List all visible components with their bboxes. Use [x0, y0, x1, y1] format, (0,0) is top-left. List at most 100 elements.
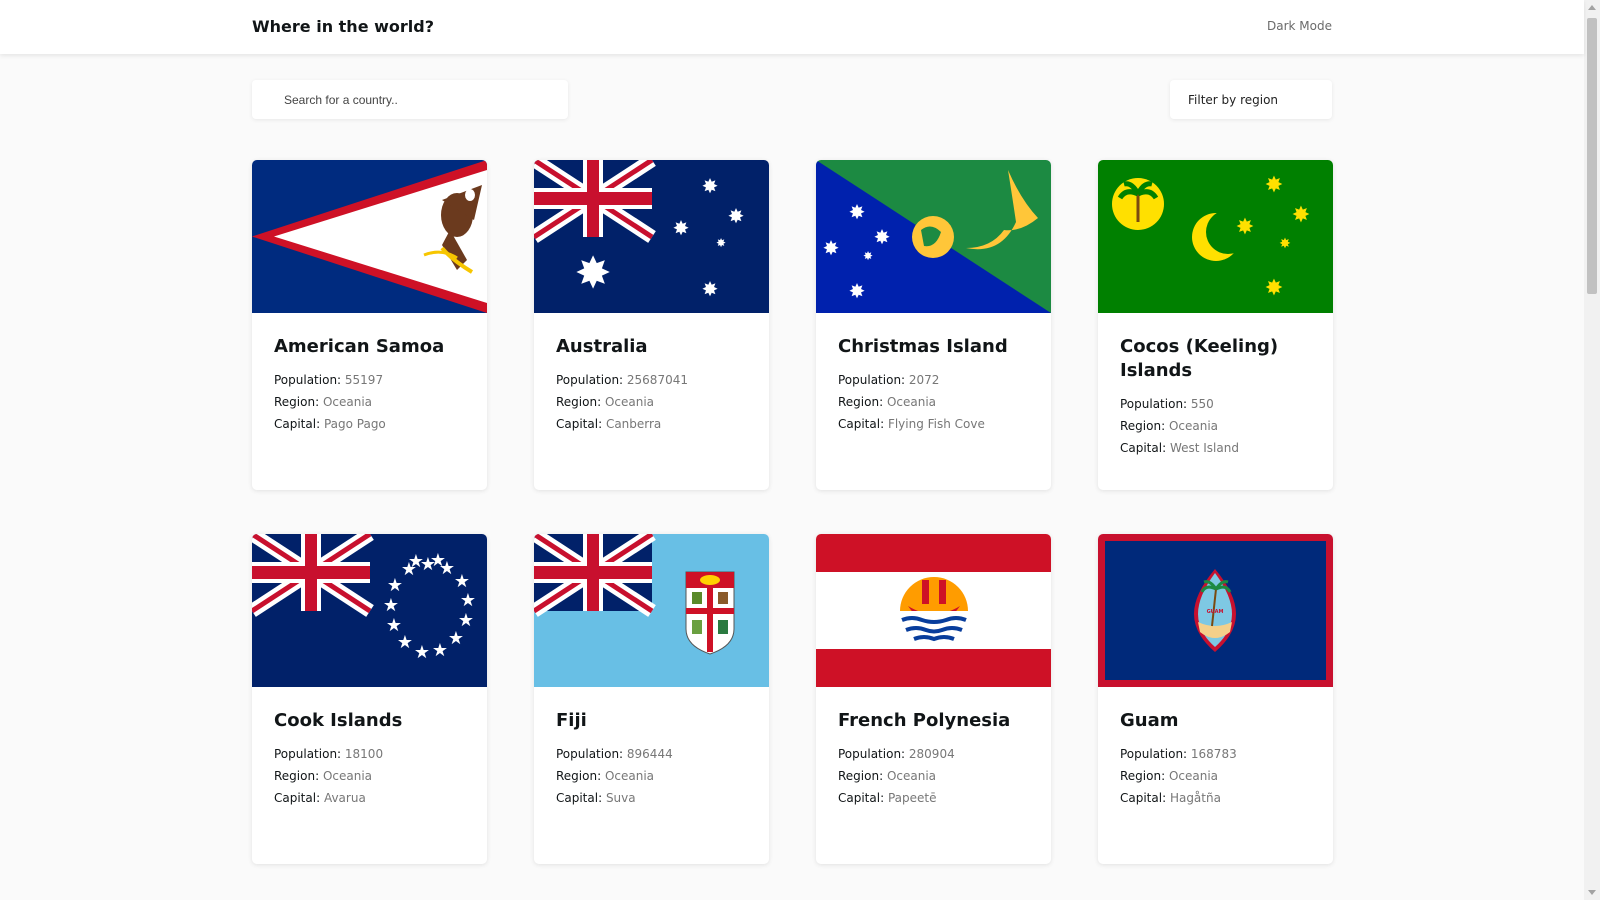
country-name: Cook Islands: [274, 710, 403, 731]
capital-label: Capital: [274, 417, 317, 431]
capital-label: Capital: [838, 417, 881, 431]
capital-row: Capital: West Island: [1120, 441, 1239, 455]
population-value: 280904: [908, 747, 955, 761]
region-value: Oceania: [322, 769, 373, 783]
capital-value: Canberra: [605, 417, 662, 431]
svg-text:✸: ✸: [849, 200, 866, 224]
country-card-french-polynesia[interactable]: French Polynesia Population: 280904 Regi…: [816, 534, 1051, 864]
country-card-cook-islands[interactable]: ★ ★ ★ ★ ★ ★ ★ ★ ★ ★ ★ ★ ★ ★ ★ Cook Islan…: [252, 534, 487, 864]
capital-row: Capital: Canberra: [556, 417, 662, 431]
dark-mode-toggle[interactable]: Dark Mode: [1267, 19, 1332, 33]
capital-value: West Island: [1169, 441, 1239, 455]
country-card-american-samoa[interactable]: American Samoa Population: 55197 Region:…: [252, 160, 487, 490]
region-value: Oceania: [1168, 419, 1219, 433]
capital-label: Capital: [1120, 441, 1163, 455]
region-row: Region: Oceania: [838, 395, 937, 409]
country-card-australia[interactable]: ✸ ✸ ✸ ✸ ✸ ✸ Australia Population: 256870…: [534, 160, 769, 490]
population-value: 25687041: [626, 373, 688, 387]
region-label: Region: [838, 395, 880, 409]
capital-value: Suva: [605, 791, 636, 805]
svg-text:✸: ✸: [1292, 203, 1310, 228]
population-row: Population: 168783: [1120, 747, 1237, 761]
capital-label: Capital: [274, 791, 317, 805]
region-row: Region: Oceania: [556, 395, 655, 409]
svg-text:✸: ✸: [849, 279, 866, 303]
region-row: Region: Oceania: [1120, 769, 1219, 783]
svg-text:✸: ✸: [863, 249, 873, 263]
capital-row: Capital: Suva: [556, 791, 636, 805]
region-label: Region: [1120, 419, 1162, 433]
svg-text:✸: ✸: [1279, 236, 1291, 252]
svg-text:✸: ✸: [702, 174, 719, 198]
region-row: Region: Oceania: [838, 769, 937, 783]
region-label: Region: [1120, 769, 1162, 783]
cocos-keeling-islands-flag-icon: ✸ ✸ ✸ ✸ ✸: [1098, 160, 1333, 313]
population-label: Population: [274, 373, 338, 387]
population-value: 896444: [626, 747, 673, 761]
capital-row: Capital: Pago Pago: [274, 417, 386, 431]
svg-text:★: ★: [448, 628, 464, 649]
guam-flag-icon: GUAM: [1098, 534, 1333, 687]
top-header: Where in the world? Dark Mode: [0, 0, 1584, 54]
capital-label: Capital: [556, 417, 599, 431]
population-label: Population: [1120, 747, 1184, 761]
population-row: Population: 18100: [274, 747, 384, 761]
svg-text:★: ★: [430, 550, 446, 571]
svg-text:✸: ✸: [1265, 276, 1283, 301]
scrollbar-thumb[interactable]: [1587, 18, 1597, 294]
population-value: 2072: [908, 373, 940, 387]
population-row: Population: 550: [1120, 397, 1214, 411]
country-card-cocos-keeling-islands[interactable]: ✸ ✸ ✸ ✸ ✸ Cocos (Keeling) Islands Popula…: [1098, 160, 1333, 490]
svg-text:✸: ✸: [1265, 173, 1283, 198]
scroll-up-arrow-icon[interactable]: [1588, 5, 1596, 10]
svg-text:✸: ✸: [575, 248, 612, 299]
population-label: Population: [274, 747, 338, 761]
region-value: Oceania: [604, 395, 655, 409]
scroll-down-arrow-icon[interactable]: [1588, 890, 1596, 895]
region-row: Region: Oceania: [274, 395, 373, 409]
country-grid: American Samoa Population: 55197 Region:…: [0, 0, 1584, 900]
capital-value: Flying Fish Cove: [887, 417, 985, 431]
app-title: Where in the world?: [252, 17, 434, 36]
country-card-christmas-island[interactable]: ✸ ✸ ✸ ✸ ✸ Christmas Island Population: 2…: [816, 160, 1051, 490]
population-row: Population: 25687041: [556, 373, 688, 387]
capital-label: Capital: [1120, 791, 1163, 805]
svg-text:GUAM: GUAM: [1207, 609, 1224, 615]
svg-text:✸: ✸: [673, 216, 690, 240]
svg-text:✸: ✸: [728, 204, 745, 228]
capital-row: Capital: Flying Fish Cove: [838, 417, 985, 431]
svg-text:✸: ✸: [702, 277, 719, 301]
svg-text:★: ★: [414, 642, 430, 663]
country-name: Cocos (Keeling) Islands: [1120, 336, 1279, 381]
capital-label: Capital: [556, 791, 599, 805]
svg-text:★: ★: [386, 615, 402, 636]
population-row: Population: 2072: [838, 373, 940, 387]
region-label: Region: [838, 769, 880, 783]
population-value: 55197: [344, 373, 384, 387]
capital-value: Hagåtña: [1169, 791, 1221, 805]
capital-value: Avarua: [323, 791, 366, 805]
region-label: Region: [556, 395, 598, 409]
vertical-scrollbar[interactable]: [1584, 0, 1600, 900]
svg-text:★: ★: [454, 571, 470, 592]
region-value: Oceania: [322, 395, 373, 409]
cook-islands-flag-icon: ★ ★ ★ ★ ★ ★ ★ ★ ★ ★ ★ ★ ★ ★ ★: [252, 534, 487, 687]
population-label: Population: [838, 373, 902, 387]
population-value: 550: [1190, 397, 1214, 411]
country-card-fiji[interactable]: Fiji Population: 896444 Region: Oceania …: [534, 534, 769, 864]
region-value: Oceania: [886, 395, 937, 409]
country-card-guam[interactable]: GUAM Guam Population: 168783 Region: Oce…: [1098, 534, 1333, 864]
region-row: Region: Oceania: [556, 769, 655, 783]
svg-text:✸: ✸: [716, 236, 726, 250]
country-name: Christmas Island: [838, 336, 1008, 357]
capital-row: Capital: Papeetē: [838, 791, 937, 805]
svg-text:★: ★: [383, 595, 399, 616]
capital-row: Capital: Avarua: [274, 791, 366, 805]
capital-label: Capital: [838, 791, 881, 805]
fiji-flag-icon: [534, 534, 769, 687]
svg-text:✸: ✸: [874, 225, 891, 249]
country-name: Fiji: [556, 710, 587, 731]
american-samoa-flag-icon: [252, 160, 487, 313]
capital-value: Papeetē: [887, 791, 937, 805]
capital-value: Pago Pago: [323, 417, 386, 431]
